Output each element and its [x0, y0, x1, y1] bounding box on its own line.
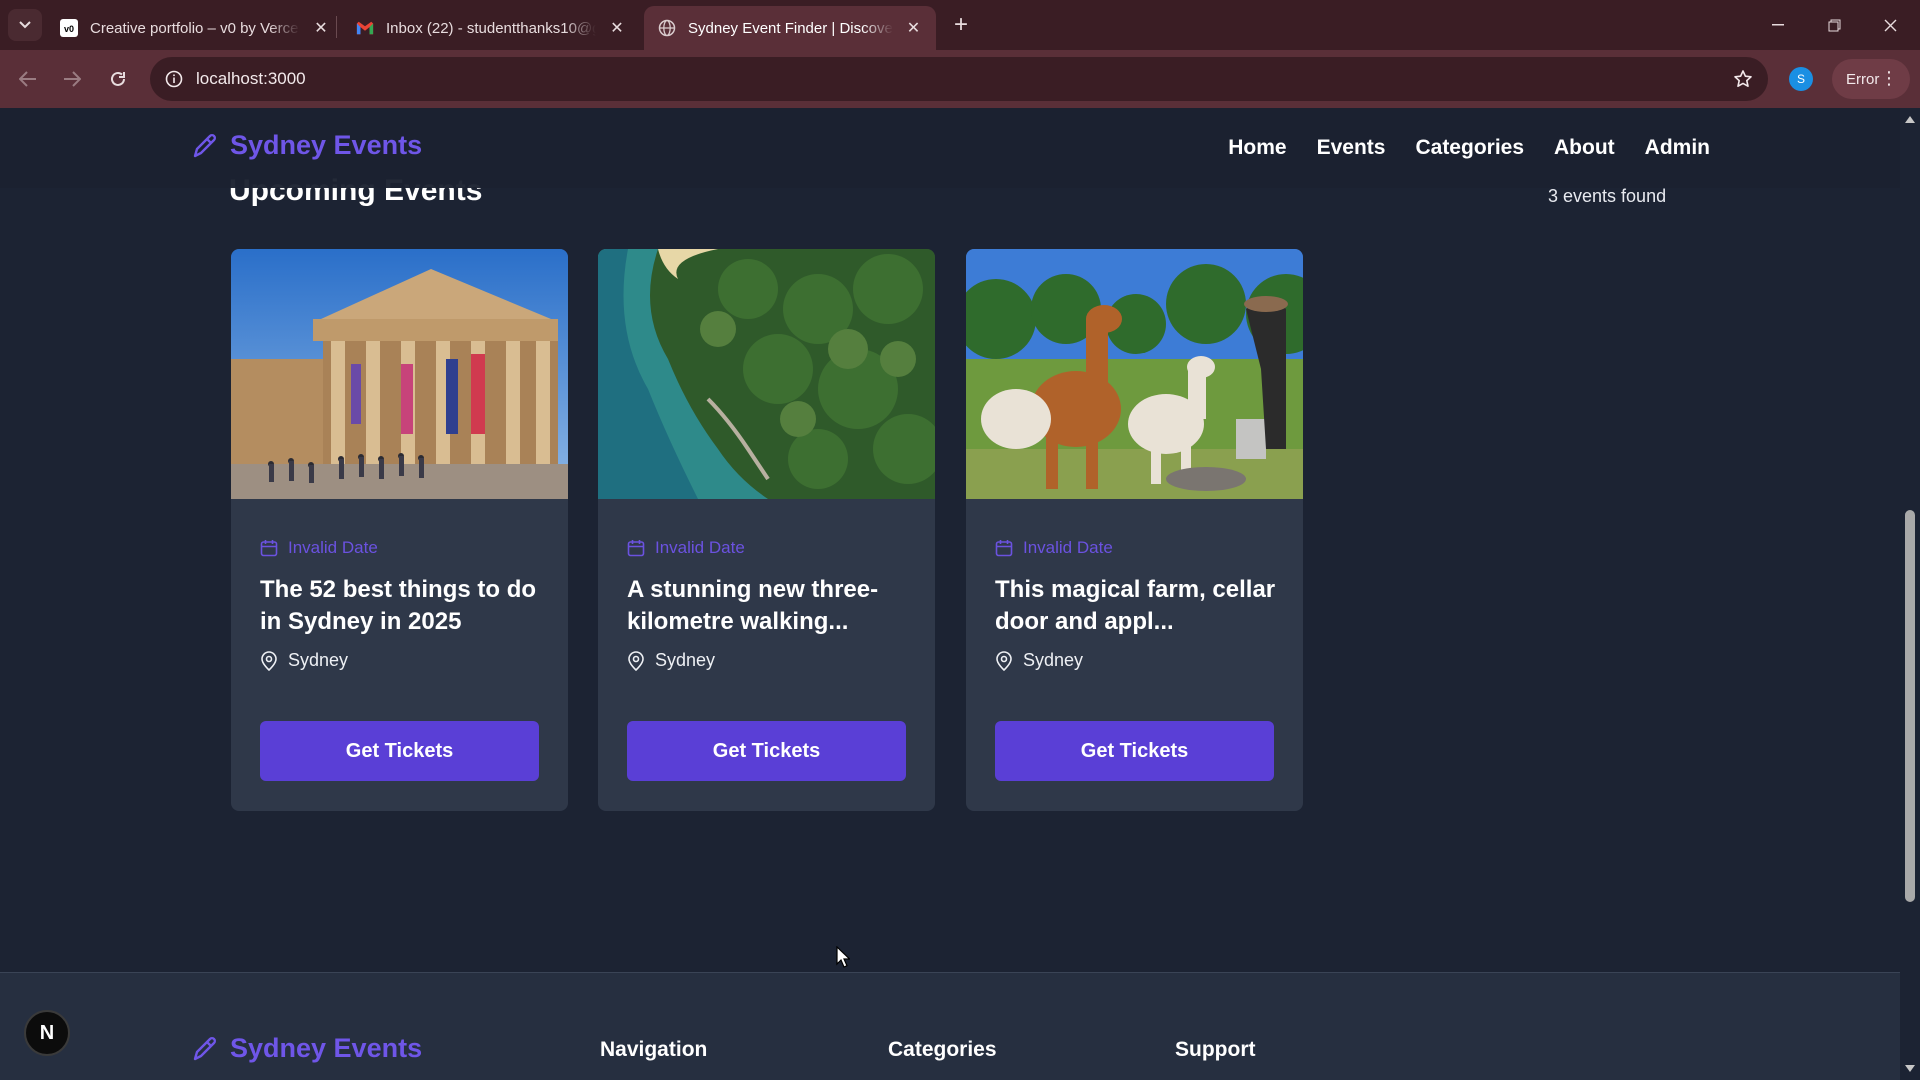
restore-icon	[1828, 19, 1840, 31]
nav-events[interactable]: Events	[1317, 136, 1386, 160]
browser-toolbar: localhost:3000 S Error ⋮	[0, 50, 1920, 108]
scroll-down-arrow-icon[interactable]	[1905, 1065, 1915, 1072]
event-card: Invalid Date The 52 best things to do in…	[231, 249, 568, 811]
event-location-text: Sydney	[655, 650, 716, 670]
nav-about[interactable]: About	[1554, 136, 1615, 160]
event-date-text: Invalid Date	[655, 538, 745, 557]
url-text[interactable]: localhost:3000	[196, 69, 306, 89]
error-label: Error	[1846, 70, 1880, 88]
tab-creative-portfolio[interactable]: v0 Creative portfolio – v0 by Vercel ✕	[46, 6, 344, 50]
event-date-text: Invalid Date	[1023, 538, 1113, 557]
bookmark-star-icon[interactable]	[1730, 66, 1756, 92]
art-gallery-photo[interactable]	[231, 249, 568, 499]
event-location: Sydney	[627, 650, 715, 671]
event-title[interactable]: A stunning new three-kilometre walking..…	[627, 574, 917, 638]
v0-icon: v0	[60, 19, 78, 37]
get-tickets-button[interactable]: Get Tickets	[995, 721, 1274, 781]
tab-divider	[336, 16, 337, 38]
nav-categories[interactable]: Categories	[1415, 136, 1524, 160]
scroll-up-arrow-icon[interactable]	[1905, 116, 1915, 123]
error-button[interactable]: Error ⋮	[1832, 59, 1910, 99]
chevron-down-icon	[19, 21, 31, 29]
alpaca-farm-photo[interactable]	[966, 249, 1303, 499]
tab-sydney-event-finder[interactable]: Sydney Event Finder | Discover Events ✕	[644, 6, 936, 50]
footer-heading-navigation: Navigation	[600, 1038, 708, 1061]
event-location-text: Sydney	[288, 650, 349, 670]
event-location: Sydney	[995, 650, 1083, 671]
events-count: 3 events found	[1548, 186, 1667, 206]
event-date: Invalid Date	[627, 538, 745, 558]
gmail-icon	[356, 19, 374, 37]
close-icon[interactable]: ✕	[312, 19, 330, 37]
close-icon[interactable]: ✕	[608, 19, 626, 37]
footer-brand-name: Sydney Events	[230, 1033, 423, 1063]
calendar-icon	[260, 540, 278, 557]
more-vertical-icon: ⋮	[1880, 68, 1898, 88]
profile-avatar[interactable]: S	[1789, 67, 1813, 91]
reload-icon	[111, 71, 125, 86]
svg-text:v0: v0	[64, 24, 74, 34]
nav-home[interactable]: Home	[1228, 136, 1286, 160]
calendar-icon	[995, 540, 1013, 557]
map-pin-icon	[996, 650, 1012, 671]
footer-heading-support: Support	[1175, 1038, 1256, 1061]
browser-tab-bar: v0 Creative portfolio – v0 by Vercel ✕ I…	[0, 0, 1920, 50]
brand-name: Sydney Events	[230, 130, 423, 160]
close-icon[interactable]: ✕	[905, 19, 922, 37]
forward-button[interactable]	[56, 63, 88, 95]
map-pin-icon	[261, 650, 277, 671]
event-location: Sydney	[260, 650, 348, 671]
footer-logo[interactable]: Sydney Events	[190, 1033, 422, 1064]
arrow-left-icon	[19, 71, 36, 87]
arrow-right-icon	[64, 71, 81, 87]
event-date: Invalid Date	[995, 538, 1113, 558]
event-location-text: Sydney	[1023, 650, 1084, 670]
footer-heading-categories: Categories	[888, 1038, 997, 1061]
scrollbar-thumb[interactable]	[1905, 510, 1915, 902]
site-logo[interactable]: Sydney Events	[190, 130, 422, 161]
nav-admin[interactable]: Admin	[1645, 136, 1710, 160]
minimize-icon	[1772, 24, 1784, 26]
new-tab-button[interactable]: +	[948, 11, 974, 38]
tab-search-button[interactable]	[8, 9, 42, 41]
close-window-button[interactable]	[1862, 0, 1918, 50]
minimize-button[interactable]	[1750, 0, 1806, 50]
site-info-icon[interactable]	[160, 65, 188, 93]
calendar-icon	[627, 540, 645, 557]
back-button[interactable]	[12, 63, 44, 95]
tab-gmail-inbox[interactable]: Inbox (22) - studentthanks10@gmail.com ✕	[342, 6, 640, 50]
event-card: Invalid Date This magical farm, cellar d…	[966, 249, 1303, 811]
coastal-aerial-photo[interactable]	[598, 249, 935, 499]
tab-title: Inbox (22) - studentthanks10@gmail.com	[386, 19, 596, 37]
page-scrollbar[interactable]	[1900, 108, 1920, 1080]
site-footer: Sydney Events Navigation Categories Supp…	[0, 972, 1900, 1080]
mouse-cursor-icon	[836, 946, 850, 968]
address-bar[interactable]: localhost:3000	[150, 57, 1768, 101]
event-title[interactable]: This magical farm, cellar door and appl.…	[995, 574, 1285, 638]
nextjs-dev-badge[interactable]: N	[24, 1010, 70, 1056]
site-header: Sydney Events Home Events Categories Abo…	[0, 108, 1900, 188]
event-card: Invalid Date A stunning new three-kilome…	[598, 249, 935, 811]
map-pin-icon	[628, 650, 644, 671]
main-nav: Home Events Categories About Admin	[1228, 136, 1710, 160]
restore-button[interactable]	[1806, 0, 1862, 50]
close-icon	[1884, 19, 1896, 31]
event-date: Invalid Date	[260, 538, 378, 558]
get-tickets-button[interactable]: Get Tickets	[260, 721, 539, 781]
reload-button[interactable]	[102, 63, 134, 95]
get-tickets-button[interactable]: Get Tickets	[627, 721, 906, 781]
pencil-icon	[193, 133, 217, 157]
event-title[interactable]: The 52 best things to do in Sydney in 20…	[260, 574, 550, 638]
globe-icon	[658, 19, 676, 37]
tab-title: Sydney Event Finder | Discover Events	[688, 19, 893, 37]
page-viewport: Sydney Events Home Events Categories Abo…	[0, 108, 1900, 1080]
event-date-text: Invalid Date	[288, 538, 378, 557]
tab-title: Creative portfolio – v0 by Vercel	[90, 19, 300, 37]
pencil-icon	[193, 1036, 217, 1060]
